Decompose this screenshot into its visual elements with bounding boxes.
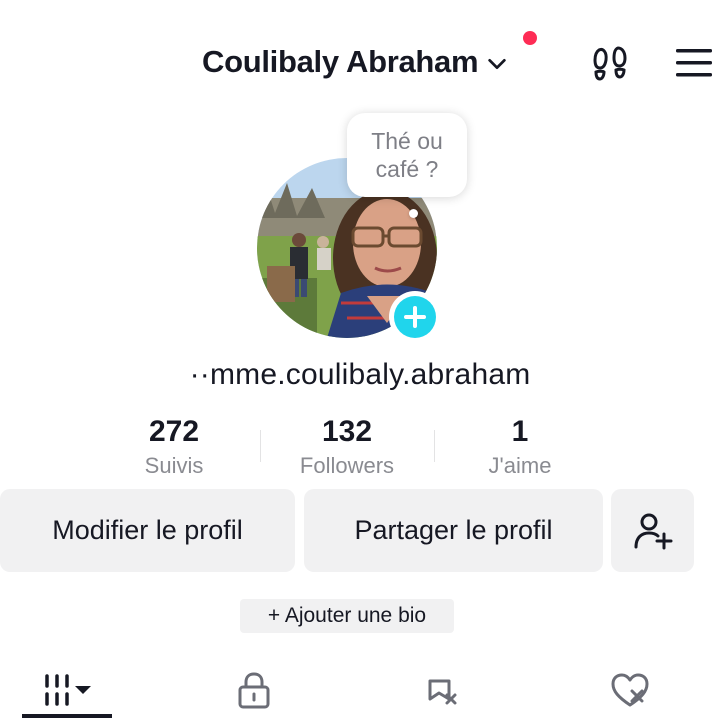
- tab-liked[interactable]: [590, 660, 670, 720]
- tab-private[interactable]: [214, 660, 294, 720]
- lock-icon: [238, 672, 270, 709]
- stat-divider: [260, 430, 261, 462]
- plus-icon: [404, 306, 426, 328]
- thought-line-2: café ?: [375, 156, 439, 182]
- likes-count: 1: [511, 415, 529, 448]
- stat-likes[interactable]: 1 J'aime: [435, 414, 605, 482]
- add-bio-button[interactable]: + Ajouter une bio: [240, 599, 454, 633]
- thought-line-1: Thé ou: [371, 128, 443, 154]
- add-friend-button[interactable]: [611, 489, 694, 572]
- username: ··mme.coulibaly.abraham: [189, 358, 531, 391]
- followers-label: Followers: [299, 453, 395, 478]
- menu-icon[interactable]: [674, 48, 714, 78]
- add-person-icon: [634, 513, 672, 549]
- followers-count: 132: [321, 415, 373, 448]
- following-count: 272: [148, 415, 200, 448]
- account-switcher[interactable]: Coulibaly Abraham: [202, 40, 508, 84]
- thought-bubble[interactable]: Thé ou café ?: [347, 113, 467, 197]
- share-profile-button[interactable]: Partager le profil: [304, 489, 603, 572]
- following-label: Suivis: [144, 453, 204, 478]
- chevron-down-icon: [488, 58, 506, 70]
- tab-videos[interactable]: [22, 660, 112, 720]
- bookmark-icon: [428, 679, 457, 705]
- grid-icon: [45, 674, 91, 706]
- edit-profile-button[interactable]: Modifier le profil: [0, 489, 295, 572]
- footprint-icon[interactable]: [592, 44, 630, 82]
- tab-saved[interactable]: [402, 660, 482, 720]
- liked-icon: [611, 673, 649, 707]
- notification-dot: [523, 31, 537, 45]
- thought-tail: [409, 209, 418, 218]
- add-story-button[interactable]: [389, 291, 441, 343]
- account-name: Coulibaly Abraham: [202, 44, 479, 79]
- stat-following[interactable]: 272 Suivis: [89, 414, 259, 482]
- likes-label: J'aime: [488, 453, 552, 478]
- stat-followers[interactable]: 132 Followers: [262, 414, 432, 482]
- active-tab-indicator: [22, 714, 112, 718]
